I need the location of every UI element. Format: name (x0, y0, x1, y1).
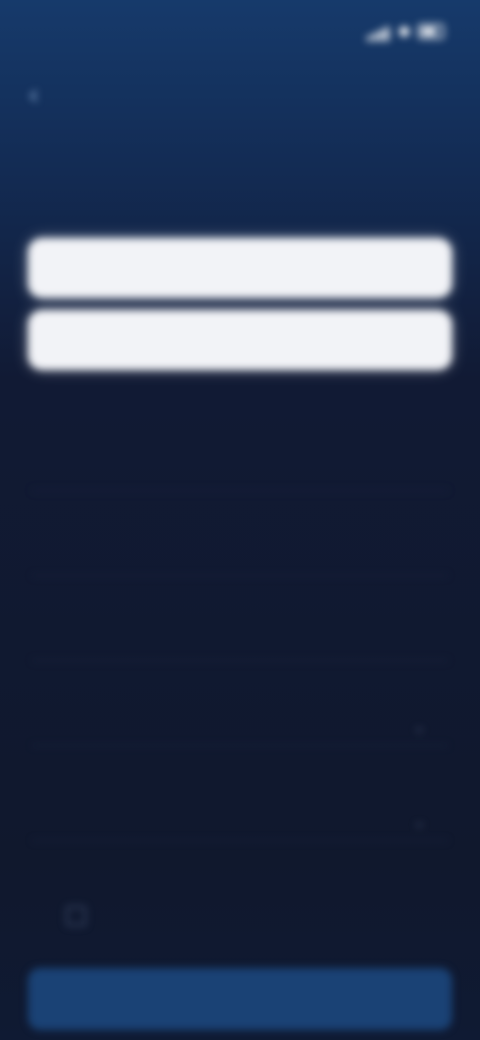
app-screen: ● ‹ ⌄ ⌄ (0, 0, 480, 1040)
battery-icon (418, 24, 444, 39)
chevron-left-icon[interactable]: ‹ (28, 78, 39, 111)
status-bar: ● (0, 0, 480, 60)
option-button-2[interactable] (28, 310, 452, 370)
option-button-1[interactable] (28, 238, 452, 298)
form-field-5[interactable]: ⌄ (32, 760, 448, 841)
wifi-icon: ● (398, 24, 410, 39)
form-field-4[interactable]: ⌄ (32, 665, 448, 746)
chevron-down-icon: ⌄ (412, 717, 426, 736)
form-field-2[interactable] (32, 495, 448, 576)
consent-checkbox[interactable] (66, 906, 86, 926)
submit-button[interactable] (28, 968, 452, 1030)
signal-icon (366, 22, 391, 41)
nav-bar: ‹ (0, 72, 480, 116)
consent-row (32, 880, 448, 940)
status-icons: ● (366, 22, 444, 41)
form-field-3[interactable] (32, 580, 448, 661)
form-field-1[interactable] (32, 410, 448, 491)
chevron-down-icon: ⌄ (412, 812, 426, 831)
